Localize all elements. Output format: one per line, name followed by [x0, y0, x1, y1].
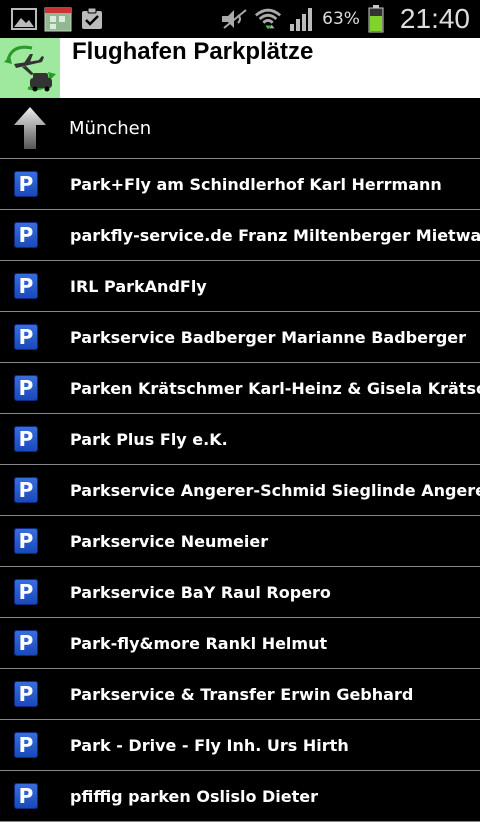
- list-item[interactable]: P Parkservice Badberger Marianne Badberge…: [0, 312, 480, 363]
- parking-icon: P: [14, 426, 38, 452]
- list-item[interactable]: P Parkservice & Transfer Erwin Gebhard: [0, 669, 480, 720]
- list-item-label: parkfly-service.de Franz Miltenberger Mi…: [70, 225, 480, 245]
- clipboard-check-icon: [78, 6, 106, 32]
- parking-icon: P: [14, 783, 38, 809]
- list-item[interactable]: P Parkservice BaY Raul Ropero: [0, 567, 480, 618]
- parking-icon: P: [14, 375, 38, 401]
- list-item[interactable]: Ppfiffig parken Oslislo Dieter: [0, 771, 480, 822]
- status-bar: 63% 21:40: [0, 0, 480, 38]
- parking-icon: P: [14, 324, 38, 350]
- list-item-label: Parkservice Badberger Marianne Badberger: [70, 327, 467, 347]
- parking-icon: P: [14, 579, 38, 605]
- list-item[interactable]: P Park-fly&more Rankl Helmut: [0, 618, 480, 669]
- list-item[interactable]: Pparkfly-service.de Franz Miltenberger M…: [0, 210, 480, 261]
- list-item-label: Parkservice Neumeier: [70, 531, 269, 551]
- parking-icon: P: [14, 732, 38, 758]
- list-item[interactable]: P Parkservice Neumeier: [0, 516, 480, 567]
- clock: 21:40: [399, 3, 470, 34]
- parking-icon: P: [14, 222, 38, 248]
- list-item[interactable]: P Parken Krätschmer Karl-Heinz & Gisela K…: [0, 363, 480, 414]
- up-navigation-row[interactable]: München: [0, 98, 480, 159]
- calendar-icon: [44, 6, 72, 32]
- list-item[interactable]: P Park+Fly am Schindlerhof Karl Herrmann: [0, 159, 480, 210]
- parking-icon: P: [14, 477, 38, 503]
- parking-icon: P: [14, 273, 38, 299]
- parking-icon: P: [14, 630, 38, 656]
- parking-icon: P: [14, 528, 38, 554]
- list-item-label: Park-fly&more Rankl Helmut: [70, 633, 328, 653]
- list-item[interactable]: P Park Plus Fly e.K.: [0, 414, 480, 465]
- list-item-label: Park+Fly am Schindlerhof Karl Herrmann: [70, 174, 442, 194]
- list-item[interactable]: P IRL ParkAndFly: [0, 261, 480, 312]
- parking-list: P Park+Fly am Schindlerhof Karl Herrmann …: [0, 159, 480, 822]
- list-item[interactable]: P Park - Drive - Fly Inh. Urs Hirth: [0, 720, 480, 771]
- gallery-icon: [10, 6, 38, 32]
- app-title: Flughafen Parkplätze: [72, 38, 314, 65]
- airport-parking-logo-icon: [0, 38, 60, 98]
- up-arrow-icon[interactable]: [0, 98, 60, 158]
- list-item[interactable]: P Parkservice Angerer-Schmid Sieglinde An…: [0, 465, 480, 516]
- mute-icon: [220, 6, 248, 32]
- app-header: Flughafen Parkplätze: [0, 38, 480, 98]
- list-item-label: Parkservice Angerer-Schmid Sieglinde Ang…: [70, 480, 480, 500]
- signal-icon: [288, 6, 316, 32]
- list-item-label: IRL ParkAndFly: [70, 276, 207, 296]
- wifi-icon: [254, 6, 282, 32]
- list-item-label: Park - Drive - Fly Inh. Urs Hirth: [70, 735, 349, 755]
- battery-icon: [366, 5, 386, 33]
- parking-icon: P: [14, 171, 38, 197]
- city-label: München: [69, 117, 152, 139]
- parking-icon: P: [14, 681, 38, 707]
- list-item-label: Parkservice BaY Raul Ropero: [70, 582, 331, 602]
- battery-percent: 63%: [322, 9, 360, 29]
- list-item-label: Parken Krätschmer Karl-Heinz & Gisela Kr…: [70, 378, 480, 398]
- list-item-label: pfiffig parken Oslislo Dieter: [70, 786, 319, 806]
- list-item-label: Park Plus Fly e.K.: [70, 429, 228, 449]
- list-item-label: Parkservice & Transfer Erwin Gebhard: [70, 684, 414, 704]
